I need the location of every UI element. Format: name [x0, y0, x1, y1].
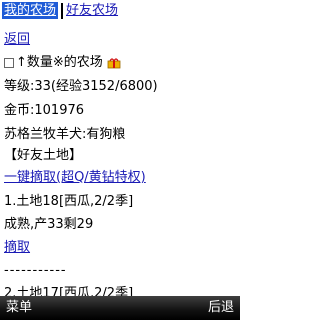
owner-row: ↑数量※的农场 [4, 53, 121, 73]
plot1-info: 1.土地18[西瓜,2/2季] [4, 194, 134, 209]
softkey-bar: 菜单 后退 [0, 296, 240, 320]
harvest-all-link[interactable]: 一键摘取(超Q/黄钻特权) [4, 170, 146, 185]
plot1-row: 1.土地18[西瓜,2/2季] [4, 192, 133, 212]
plot1-status: 成熟,产33剩29 [4, 217, 94, 232]
checkbox-icon [4, 57, 14, 68]
section-title-row: 【好友土地】 [4, 146, 82, 166]
back-link[interactable]: 返回 [4, 32, 30, 47]
harvest-all-row: 一键摘取(超Q/黄钻特权) [4, 168, 146, 188]
tab-separator [61, 2, 64, 19]
tab-friend-farm[interactable]: 好友农场 [66, 3, 118, 18]
owner-text: ↑数量※的农场 [16, 55, 103, 70]
back-row: 返回 [4, 30, 30, 50]
page-content: 我的农场 好友农场 返回 ↑数量※的农场 等级:33(经验3152/6800) 金… [0, 0, 240, 296]
plot2-row: 2.土地17[西瓜,2/2季] [4, 284, 133, 296]
level-text: 等级:33(经验3152/6800) [4, 79, 158, 94]
dog-text: 苏格兰牧羊犬:有狗粮 [4, 127, 126, 142]
divider: ----------- [4, 263, 67, 278]
header-tabs: 我的农场 好友农场 [2, 1, 118, 21]
gift-icon [107, 57, 121, 68]
level-row: 等级:33(经验3152/6800) [4, 77, 158, 97]
dog-row: 苏格兰牧羊犬:有狗粮 [4, 125, 125, 145]
gold-row: 金币:101976 [4, 101, 84, 121]
plot1-action-row: 摘取 [4, 238, 30, 258]
section-title: 【好友土地】 [4, 148, 83, 163]
plot2-info: 2.土地17[西瓜,2/2季] [4, 286, 134, 296]
gold-text: 金币:101976 [4, 103, 85, 118]
plot1-status-row: 成熟,产33剩29 [4, 215, 93, 235]
divider-row: ----------- [4, 261, 67, 281]
menu-softkey[interactable]: 菜单 [6, 296, 32, 320]
tab-my-farm[interactable]: 我的农场 [2, 2, 59, 19]
back-softkey[interactable]: 后退 [208, 296, 234, 320]
plot1-harvest-link[interactable]: 摘取 [4, 240, 30, 255]
